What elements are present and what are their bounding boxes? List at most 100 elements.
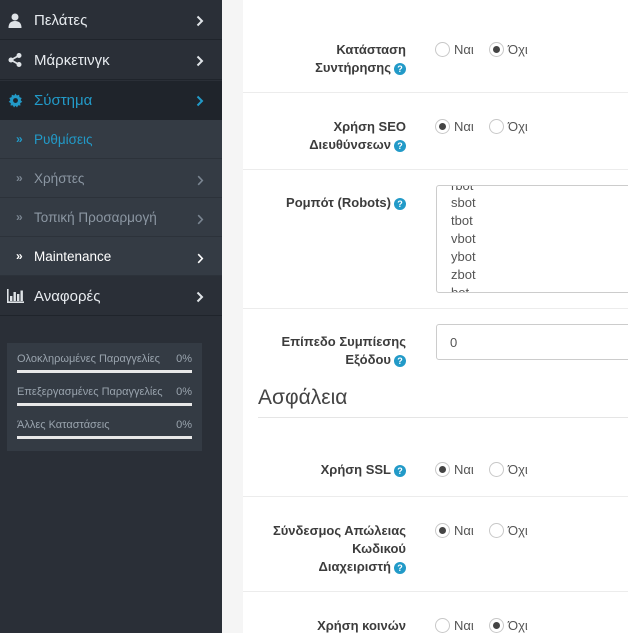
section-title-security: Ασφάλεια: [258, 386, 348, 409]
menu-item-customers[interactable]: Πελάτες: [0, 1, 222, 40]
stat-label: Επεξεργασμένες Παραγγελίες: [17, 386, 163, 398]
progress-bar: [17, 370, 192, 373]
field-label-shared: Χρήση κοινών: [317, 617, 406, 633]
order-stats-panel: Ολοκληρωμένες Παραγγελίες 0% Επεξεργασμέ…: [7, 343, 202, 451]
form-row-ssl: [243, 418, 628, 497]
stat-value: 0%: [176, 386, 192, 398]
label-text: Διευθύνσεων: [309, 137, 391, 152]
textarea-line: vbot: [451, 231, 476, 246]
radio-label: Όχι: [508, 462, 528, 477]
radio-circle[interactable]: [435, 119, 450, 134]
help-icon[interactable]: ?: [394, 198, 406, 210]
menu-label-marketing: Μάρκετινγκ: [34, 51, 110, 69]
radio-ssl-yes[interactable]: Ναι: [435, 462, 474, 477]
submenu-item-localisation[interactable]: » Τοπική Προσαρμογή: [0, 198, 222, 237]
chevron-right-icon: [196, 290, 206, 303]
radio-shared-no[interactable]: Όχι: [489, 618, 528, 633]
radio-seo-no[interactable]: Όχι: [489, 119, 528, 134]
stat-value: 0%: [176, 353, 192, 365]
radio-circle[interactable]: [489, 462, 504, 477]
gear-icon: [6, 91, 24, 109]
radio-circle[interactable]: [489, 42, 504, 57]
content-gutter: [222, 0, 243, 633]
label-text: Κατάσταση: [336, 42, 406, 57]
submenu-label-users: Χρήστες: [34, 170, 85, 186]
submenu-label-settings: Ρυθμίσεις: [34, 131, 93, 147]
double-chevron-icon: »: [16, 132, 23, 146]
field-label-seo: Χρήση SEO Διευθύνσεων?: [309, 118, 406, 154]
label-text: Χρήση SEO: [333, 119, 406, 134]
radio-label: Όχι: [508, 119, 528, 134]
menu-label-reports: Αναφορές: [34, 287, 101, 305]
stat-label: Ολοκληρωμένες Παραγγελίες: [17, 353, 160, 365]
radio-maintenance-yes[interactable]: Ναι: [435, 42, 474, 57]
bar-chart-icon: [6, 287, 24, 305]
double-chevron-icon: »: [16, 210, 23, 224]
textarea-line: ybot: [451, 249, 476, 264]
radio-shared-yes[interactable]: Ναι: [435, 618, 474, 633]
radio-label: Ναι: [454, 523, 474, 538]
compression-input[interactable]: [436, 324, 628, 360]
radio-label: Όχι: [508, 523, 528, 538]
field-label-maintenance: Κατάσταση Συντήρησης?: [315, 41, 406, 77]
help-icon[interactable]: ?: [394, 140, 406, 152]
chevron-right-icon: [197, 173, 206, 185]
help-icon[interactable]: ?: [394, 465, 406, 477]
stat-label: Άλλες Καταστάσεις: [17, 419, 110, 431]
radio-label: Ναι: [454, 618, 474, 633]
help-icon[interactable]: ?: [394, 63, 406, 75]
radio-circle[interactable]: [489, 618, 504, 633]
progress-bar: [17, 436, 192, 439]
radio-maintenance-no[interactable]: Όχι: [489, 42, 528, 57]
field-label-ssl: Χρήση SSL?: [321, 461, 406, 479]
radio-seo-yes[interactable]: Ναι: [435, 119, 474, 134]
submenu-label-localisation: Τοπική Προσαρμογή: [34, 209, 157, 225]
radio-circle[interactable]: [435, 618, 450, 633]
radio-circle[interactable]: [435, 42, 450, 57]
label-text: Χρήση SSL: [320, 462, 391, 477]
submenu-item-maintenance[interactable]: » Maintenance: [0, 237, 222, 276]
field-label-password-link: Σύνδεσμος Απώλειας Κωδικού Διαχειριστή?: [273, 522, 406, 576]
radio-label: Όχι: [508, 42, 528, 57]
chevron-right-icon: [196, 14, 206, 27]
radio-ssl-no[interactable]: Όχι: [489, 462, 528, 477]
help-icon[interactable]: ?: [394, 562, 406, 574]
textarea-line: zbot: [451, 267, 476, 282]
menu-item-system[interactable]: Σύστημα: [0, 81, 222, 120]
field-label-robots: Ρομπότ (Robots)?: [286, 194, 406, 212]
chevron-right-icon: [197, 251, 206, 263]
label-text: Διαχειριστή: [318, 559, 391, 574]
share-icon: [6, 51, 24, 69]
radio-label: Όχι: [508, 618, 528, 633]
menu-item-reports[interactable]: Αναφορές: [0, 277, 222, 316]
menu-label-customers: Πελάτες: [34, 11, 88, 29]
menu-label-system: Σύστημα: [34, 91, 93, 109]
submenu-item-settings[interactable]: » Ρυθμίσεις: [0, 120, 222, 159]
label-text: Επίπεδο Συμπίεσης: [281, 334, 406, 349]
label-text: Σύνδεσμος Απώλειας: [272, 523, 406, 538]
radio-label: Ναι: [454, 119, 474, 134]
submenu-item-users[interactable]: » Χρήστες: [0, 159, 222, 198]
label-text: Εξόδου: [345, 352, 391, 367]
chevron-right-icon: [196, 94, 206, 107]
radio-label: Ναι: [454, 462, 474, 477]
double-chevron-icon: »: [16, 249, 23, 263]
radio-circle[interactable]: [489, 119, 504, 134]
textarea-line: sbot: [451, 195, 476, 210]
compression-input-field[interactable]: [437, 325, 628, 359]
label-text: Συντήρησης: [315, 60, 391, 75]
chevron-right-icon: [197, 212, 206, 224]
radio-circle[interactable]: [435, 523, 450, 538]
radio-password-link-no[interactable]: Όχι: [489, 523, 528, 538]
radio-password-link-yes[interactable]: Ναι: [435, 523, 474, 538]
label-text: Κωδικού: [352, 541, 406, 556]
radio-circle[interactable]: [435, 462, 450, 477]
stat-value: 0%: [176, 419, 192, 431]
menu-item-marketing[interactable]: Μάρκετινγκ: [0, 41, 222, 80]
help-icon[interactable]: ?: [394, 355, 406, 367]
chevron-right-icon: [196, 54, 206, 67]
user-icon: [6, 11, 24, 29]
radio-circle[interactable]: [489, 523, 504, 538]
robots-textarea[interactable]: rbot sbot tbot vbot ybot zbot bot: [436, 185, 628, 293]
radio-label: Ναι: [454, 42, 474, 57]
